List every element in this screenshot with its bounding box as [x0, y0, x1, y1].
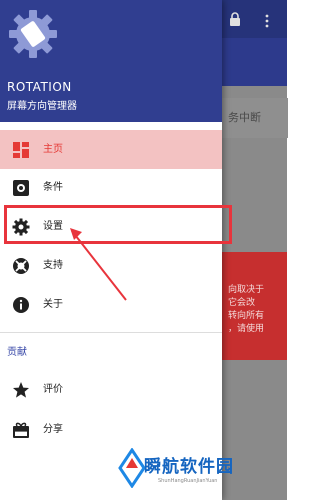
menu-label-support: 支持 [43, 260, 63, 271]
menu-label-home: 主页 [43, 144, 63, 155]
menu-label-about: 关于 [43, 299, 63, 310]
menu-label-rate: 评价 [43, 384, 63, 395]
gift-icon [13, 422, 29, 438]
menu-item-support[interactable]: 支持 [0, 246, 222, 285]
menu-item-about[interactable]: 关于 [0, 285, 222, 324]
menu-divider [0, 332, 222, 333]
menu-label-conditions: 条件 [43, 182, 63, 193]
watermark-logo-icon [118, 448, 146, 488]
watermark-title: 瞬航软件园 [144, 457, 234, 477]
lock-icon[interactable] [229, 12, 241, 26]
section-title-contribute: 贡献 [7, 347, 27, 358]
condition-icon [13, 180, 29, 196]
app-name: ROTATION [7, 80, 72, 94]
app-subtitle: 屏幕方向管理器 [7, 101, 77, 112]
menu-label-share: 分享 [43, 424, 63, 435]
star-icon [13, 382, 29, 398]
menu-item-rate[interactable]: 评价 [0, 370, 222, 409]
menu-item-home[interactable]: 主页 [0, 130, 222, 169]
app-logo-icon [9, 10, 57, 58]
lifebuoy-icon [13, 258, 29, 274]
navigation-drawer: ROTATION 屏幕方向管理器 主页 条件 设置 支持 关于 贡献 评价 分享 [0, 0, 222, 500]
annotation-highlight-box [4, 205, 232, 244]
drawer-header: ROTATION 屏幕方向管理器 [0, 0, 222, 122]
menu-item-conditions[interactable]: 条件 [0, 168, 222, 207]
more-vert-icon[interactable] [264, 14, 270, 28]
background-status-text: 务中断 [222, 98, 288, 138]
watermark: 瞬航软件园 ShunHangRuanJianYuan [118, 444, 258, 494]
watermark-subtitle: ShunHangRuanJianYuan [158, 478, 218, 484]
background-warning-text: 向取决于 它会改 转向所有 ，请使用 [228, 285, 265, 334]
info-icon [13, 297, 29, 313]
home-grid-icon [13, 142, 29, 158]
